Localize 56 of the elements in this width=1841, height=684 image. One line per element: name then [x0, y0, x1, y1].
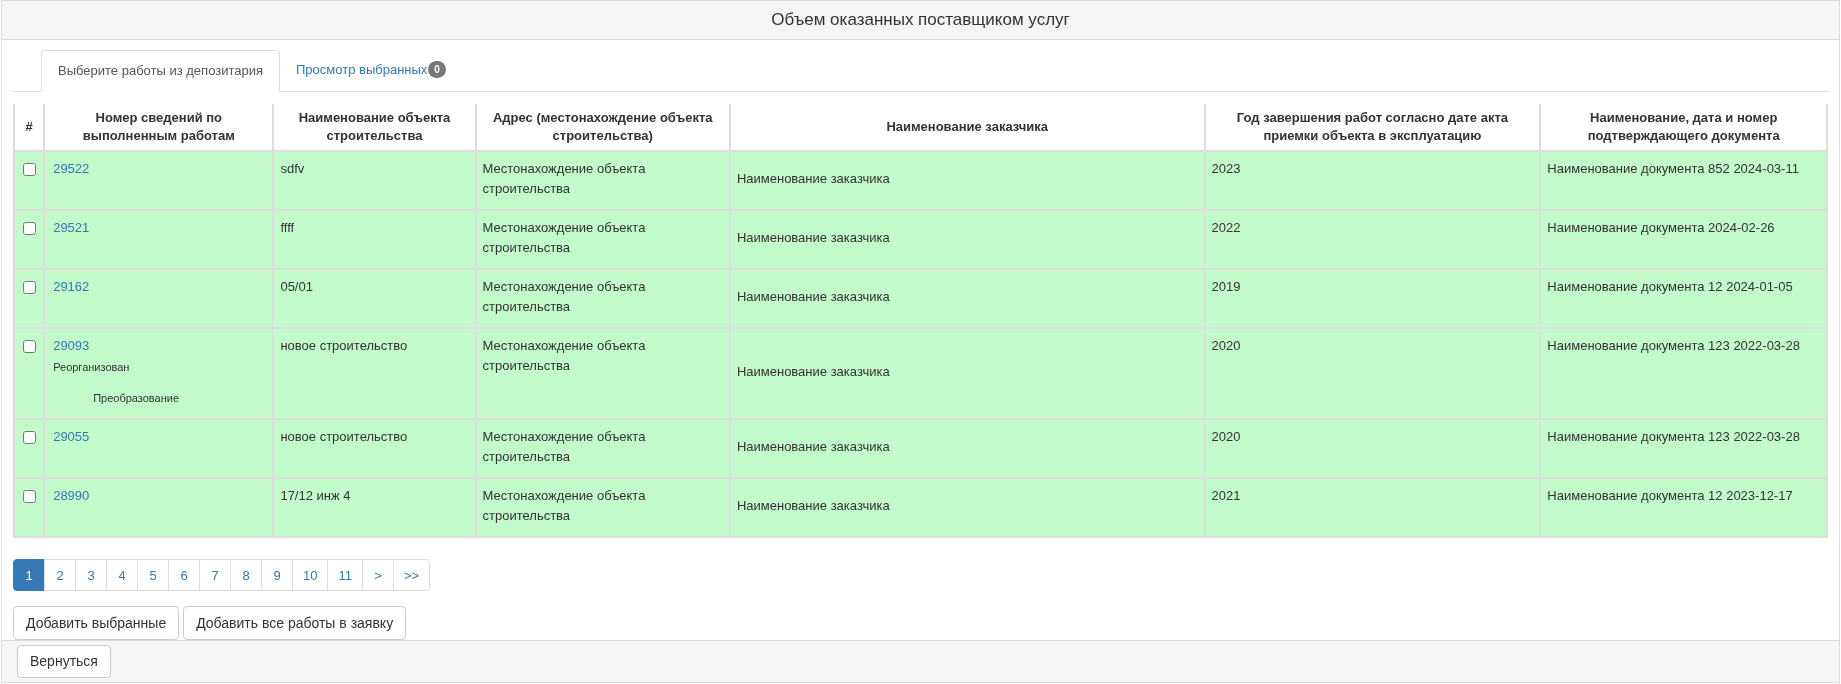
year-cell: 2022 [1204, 209, 1541, 269]
customer-cell: Наименование заказчика [729, 150, 1205, 210]
document-cell: Наименование документа 2024-02-26 [1540, 209, 1827, 269]
year-cell: 2023 [1204, 150, 1541, 210]
document-cell: Наименование документа 12 2023-12-17 [1540, 478, 1827, 538]
page-link[interactable]: 8 [230, 559, 262, 592]
column-header: Адрес (местонахождение объекта строительства) [475, 103, 730, 151]
row-checkbox[interactable] [22, 490, 36, 504]
action-button[interactable]: Добавить выбранные [13, 606, 180, 641]
row-checkbox[interactable] [22, 339, 36, 353]
column-header: Наименование заказчика [729, 103, 1205, 151]
page-link[interactable]: 3 [75, 559, 107, 592]
address-cell: Местонахождение объекта строительства [475, 268, 730, 328]
object-name-cell: sdfv [273, 150, 476, 210]
page-link[interactable]: 1 [13, 559, 45, 592]
panel-title: Объем оказанных поставщиком услуг [771, 9, 1070, 32]
page-link[interactable]: 10 [292, 559, 329, 592]
page-link[interactable]: 2 [44, 559, 76, 592]
document-cell: Наименование документа 12 2024-01-05 [1540, 268, 1827, 328]
object-name-cell: 17/12 инж 4 [273, 478, 476, 538]
document-cell: Наименование документа 852 2024-03-11 [1540, 150, 1827, 210]
customer-cell: Наименование заказчика [729, 478, 1205, 538]
column-header: Год завершения работ согласно дате акта приемки объекта в эксплуатацию [1204, 103, 1541, 151]
address-cell: Местонахождение объекта строительства [475, 209, 730, 269]
column-header: Наименование, дата и номер подтверждающего документа [1540, 103, 1827, 151]
row-checkbox[interactable] [22, 431, 36, 445]
row-checkbox[interactable] [22, 221, 36, 235]
customer-cell: Наименование заказчика [729, 209, 1205, 269]
row-checkbox[interactable] [22, 162, 36, 176]
object-name-cell: ffff [273, 209, 476, 269]
address-cell: Местонахождение объекта строительства [475, 150, 730, 210]
object-name-cell: 05/01 [273, 268, 476, 328]
page-link[interactable]: 7 [199, 559, 231, 592]
row-checkbox[interactable] [22, 280, 36, 294]
back-button[interactable]: Вернуться [17, 645, 111, 679]
column-header: Номер сведений по выполненным работам [44, 103, 274, 151]
page-link[interactable]: 9 [261, 559, 293, 592]
page-link[interactable]: 11 [327, 559, 363, 592]
page-link[interactable]: >> [392, 559, 431, 592]
tab[interactable]: Просмотр выбранных 0 [280, 48, 462, 91]
address-cell: Местонахождение объекта строительства [475, 478, 730, 538]
count-badge: 0 [428, 61, 446, 79]
column-header: Наименование объекта строительства [273, 103, 476, 151]
page-link[interactable]: 5 [137, 559, 169, 592]
page-link[interactable]: 6 [168, 559, 200, 592]
page-link[interactable]: 4 [106, 559, 138, 592]
page-link[interactable]: > [361, 559, 394, 592]
record-link[interactable]: 29093 [53, 335, 265, 356]
year-cell: 2019 [1204, 268, 1541, 328]
year-cell: 2021 [1204, 478, 1541, 538]
tab[interactable]: Выберите работы из депозитария [41, 49, 280, 92]
status-note: Реорганизован [53, 360, 131, 376]
customer-cell: Наименование заказчика [729, 268, 1205, 328]
action-button[interactable]: Добавить все работы в заявку [183, 606, 407, 641]
status-note: Преобразование [93, 390, 181, 406]
column-header: # [14, 103, 45, 151]
